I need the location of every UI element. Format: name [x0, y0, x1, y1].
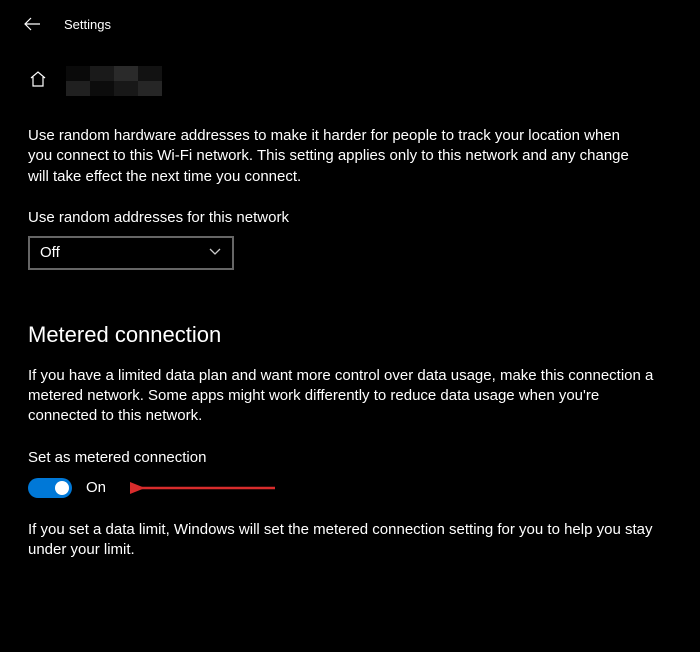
metered-footnote: If you set a data limit, Windows will se…	[28, 520, 668, 561]
annotation-arrow-icon	[130, 478, 280, 498]
home-icon[interactable]	[28, 69, 48, 94]
back-button[interactable]	[22, 14, 42, 34]
metered-toggle-label: Set as metered connection	[28, 449, 672, 466]
metered-description: If you have a limited data plan and want…	[28, 366, 668, 427]
network-name-redacted	[66, 66, 162, 96]
toggle-knob	[55, 481, 69, 495]
random-addresses-label: Use random addresses for this network	[28, 209, 672, 226]
metered-connection-heading: Metered connection	[28, 322, 672, 348]
chevron-down-icon	[208, 244, 222, 262]
metered-toggle-state: On	[86, 479, 106, 496]
arrow-left-icon	[23, 16, 41, 32]
random-hw-description: Use random hardware addresses to make it…	[28, 126, 648, 187]
dropdown-value: Off	[40, 244, 60, 261]
window-title: Settings	[64, 17, 111, 32]
metered-toggle[interactable]	[28, 478, 72, 498]
random-addresses-dropdown[interactable]: Off	[28, 236, 234, 270]
